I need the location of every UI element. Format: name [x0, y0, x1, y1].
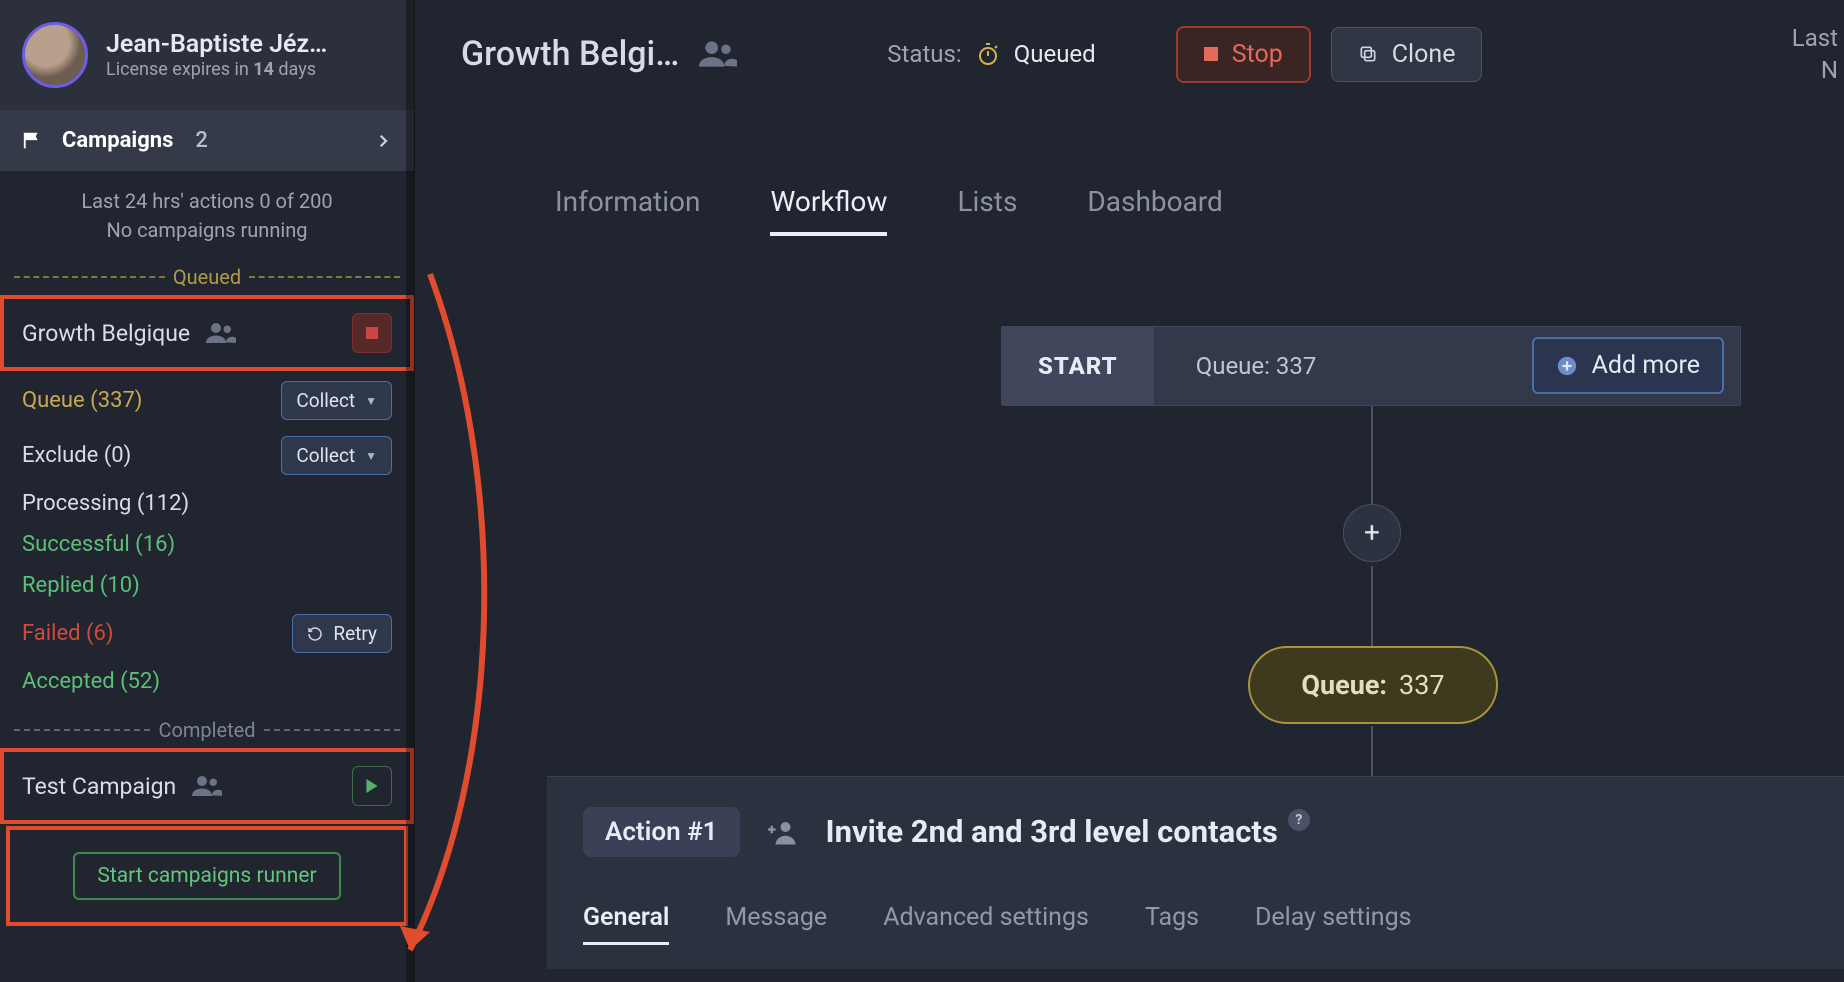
sidebar: Jean-Baptiste Jéz… License expires in 14…: [0, 0, 415, 982]
plus-circle-icon: [1556, 355, 1578, 377]
nav-campaigns[interactable]: Campaigns 2: [0, 110, 414, 171]
campaign-completed-row[interactable]: Test Campaign: [0, 748, 414, 824]
start-campaigns-runner-button[interactable]: Start campaigns runner: [73, 852, 340, 900]
action-tabs: General Message Advanced settings Tags D…: [583, 903, 1808, 945]
action-tab-delay[interactable]: Delay settings: [1255, 903, 1412, 945]
stopwatch-icon: [976, 42, 1000, 66]
workflow-start-bar: START Queue: 337 Add more: [1001, 326, 1741, 406]
flag-icon: [22, 130, 44, 152]
actions-info: Last 24 hrs' actions 0 of 200 No campaig…: [0, 171, 414, 259]
tab-information[interactable]: Information: [555, 185, 700, 236]
exclude-collect-select[interactable]: Collect▼: [281, 436, 392, 475]
queue-collect-select[interactable]: Collect▼: [281, 381, 392, 420]
profile-block: Jean-Baptiste Jéz… License expires in 14…: [0, 0, 414, 110]
last-timestamp: Last N: [1792, 22, 1844, 87]
stat-successful[interactable]: Successful (16): [20, 524, 394, 565]
people-icon: [206, 322, 236, 344]
separator-completed: Completed: [0, 712, 414, 748]
action-badge: Action #1: [583, 807, 740, 857]
workflow-start-label: START: [1002, 327, 1154, 405]
connector-line: [1371, 566, 1373, 646]
add-more-button[interactable]: Add more: [1532, 337, 1724, 394]
help-icon[interactable]: ?: [1288, 809, 1310, 831]
tab-workflow[interactable]: Workflow: [770, 185, 887, 236]
workflow-queue-value: Queue: 337: [1154, 352, 1317, 380]
license-info: License expires in 14 days: [106, 59, 327, 80]
status-indicator: Status: Queued: [887, 40, 1095, 68]
stat-accepted[interactable]: Accepted (52): [20, 661, 394, 702]
retry-icon: [307, 626, 323, 642]
people-icon: [192, 775, 222, 797]
campaign-completed-name: Test Campaign: [22, 773, 176, 800]
stat-queue[interactable]: Queue (337) Collect▼: [20, 373, 394, 428]
add-person-icon: [768, 819, 798, 845]
copy-icon: [1358, 44, 1378, 64]
topbar: Growth Belgi… Status: Queued Stop Clone …: [461, 22, 1844, 87]
action-panel: Action #1 Invite 2nd and 3rd level conta…: [547, 776, 1844, 969]
tab-dashboard[interactable]: Dashboard: [1087, 185, 1222, 236]
campaign-queued-row[interactable]: Growth Belgique: [0, 295, 414, 371]
stat-exclude[interactable]: Exclude (0) Collect▼: [20, 428, 394, 483]
nav-campaigns-count: 2: [195, 128, 208, 153]
action-tab-general[interactable]: General: [583, 903, 669, 945]
chevron-right-icon: [374, 132, 392, 150]
main-area: Growth Belgi… Status: Queued Stop Clone …: [415, 0, 1844, 982]
add-step-button[interactable]: +: [1343, 504, 1401, 562]
chevron-down-icon: ▼: [365, 449, 377, 463]
workflow-canvas: START Queue: 337 Add more + Queue: 337 A…: [461, 326, 1844, 982]
main-tabs: Information Workflow Lists Dashboard: [461, 185, 1844, 236]
start-runner-box: Start campaigns runner: [6, 826, 408, 926]
retry-button[interactable]: Retry: [292, 614, 392, 653]
separator-queued: Queued: [0, 259, 414, 295]
stat-processing[interactable]: Processing (112): [20, 483, 394, 524]
stat-replied[interactable]: Replied (10): [20, 565, 394, 606]
nav-campaigns-label: Campaigns: [62, 128, 173, 153]
tab-lists[interactable]: Lists: [957, 185, 1017, 236]
clone-button[interactable]: Clone: [1331, 27, 1483, 82]
campaign-queued-name: Growth Belgique: [22, 320, 190, 347]
campaign-play-button[interactable]: [352, 766, 392, 806]
chevron-down-icon: ▼: [365, 394, 377, 408]
queue-pill[interactable]: Queue: 337: [1248, 646, 1498, 724]
connector-line: [1371, 406, 1373, 506]
action-tab-message[interactable]: Message: [725, 903, 827, 945]
stop-icon: [1204, 47, 1218, 61]
campaign-stats: Queue (337) Collect▼ Exclude (0) Collect…: [0, 371, 414, 712]
action-title: Invite 2nd and 3rd level contacts ?: [826, 813, 1310, 850]
action-tab-advanced[interactable]: Advanced settings: [883, 903, 1089, 945]
campaign-stop-button[interactable]: [352, 313, 392, 353]
stat-failed[interactable]: Failed (6) Retry: [20, 606, 394, 661]
avatar[interactable]: [22, 22, 88, 88]
people-icon: [699, 41, 737, 67]
profile-name: Jean-Baptiste Jéz…: [106, 30, 327, 59]
stop-button[interactable]: Stop: [1176, 26, 1311, 83]
page-title: Growth Belgi…: [461, 34, 679, 74]
action-tab-tags[interactable]: Tags: [1145, 903, 1199, 945]
